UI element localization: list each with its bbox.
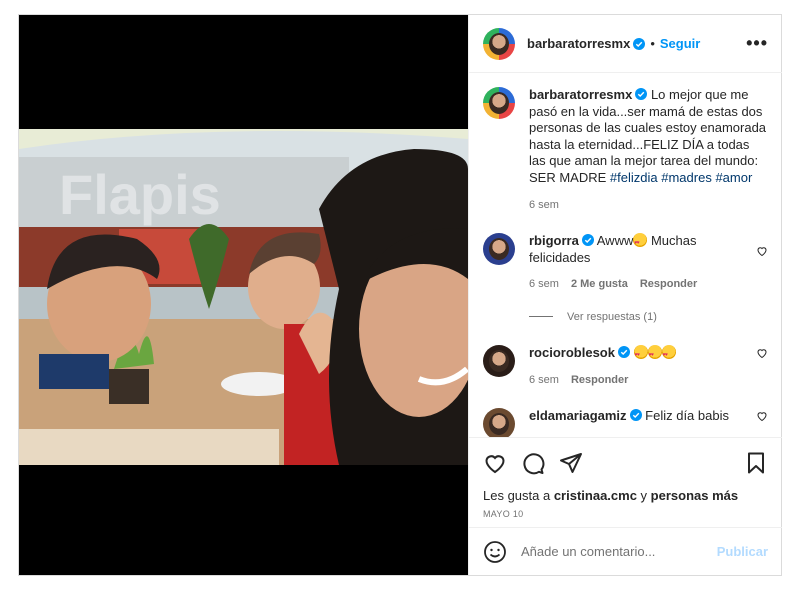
comment-username[interactable]: rocioroblesok (529, 345, 615, 360)
author-avatar[interactable] (483, 27, 515, 60)
commenter-avatar[interactable] (483, 344, 515, 377)
hashtag-felizdia[interactable]: #felizdia (610, 170, 658, 185)
bookmark-icon[interactable] (744, 451, 768, 475)
svg-text:Flapis: Flapis (59, 163, 221, 226)
comment-like-heart-icon[interactable] (756, 245, 768, 257)
likes-middle: y (636, 488, 651, 503)
view-replies-button[interactable]: Ver respuestas (1) (529, 311, 768, 323)
hashtag-madres[interactable]: #madres (661, 170, 712, 185)
emoji-icon[interactable] (483, 540, 507, 564)
caption-avatar[interactable] (483, 87, 515, 119)
follow-button[interactable]: Seguir (660, 36, 700, 51)
comment-username[interactable]: rbigorra (529, 233, 579, 248)
comment-item: rocioroblesok 6 sem Responder (483, 344, 768, 389)
caption-time[interactable]: 6 sem (529, 197, 559, 214)
replies-divider (529, 316, 553, 318)
selfie-photo-illustration: Flapis (19, 129, 468, 465)
hashtag-amor[interactable]: #amor (715, 170, 752, 185)
reply-button[interactable]: Responder (640, 276, 697, 293)
comments-list[interactable]: barbaratorresmx Lo mejor que me pasó en … (469, 73, 782, 437)
more-options-icon[interactable]: ••• (746, 33, 768, 54)
comment-input[interactable] (521, 544, 717, 559)
verified-badge-icon (629, 409, 642, 422)
verified-badge-icon (581, 234, 594, 247)
publish-button[interactable]: Publicar (717, 544, 768, 559)
comment-text: Awww (593, 233, 634, 249)
comment-time[interactable]: 6 sem (529, 276, 559, 293)
likes-summary: Les gusta a cristinaa.cmc y personas más (483, 488, 768, 503)
separator-dot: • (650, 36, 655, 51)
author-username[interactable]: barbaratorresmx (527, 36, 630, 51)
post-photo[interactable]: Flapis (19, 129, 468, 465)
heart-eyes-emoji-icon (633, 344, 648, 364)
comment-icon[interactable] (521, 451, 545, 475)
comment-composer: Publicar (469, 527, 782, 575)
heart-eyes-emoji-icon (633, 233, 648, 252)
commenter-avatar[interactable] (483, 408, 515, 437)
post-side-panel: barbaratorresmx • Seguir ••• barbaratorr… (468, 15, 782, 575)
post-actions: Les gusta a cristinaa.cmc y personas más… (469, 437, 782, 539)
view-replies-label: Ver respuestas (1) (567, 310, 657, 323)
comment-time[interactable]: 6 sem (529, 372, 559, 389)
verified-badge-icon (635, 88, 648, 100)
post-date[interactable]: MAYO 10 (483, 509, 768, 519)
comment-username[interactable]: eldamariagamiz (529, 408, 627, 423)
verified-badge-icon (633, 37, 646, 50)
caption: barbaratorresmx Lo mejor que me pasó en … (483, 87, 768, 213)
reply-button[interactable]: Responder (571, 372, 628, 389)
like-heart-icon[interactable] (483, 451, 507, 475)
caption-username[interactable]: barbaratorresmx (529, 87, 632, 102)
post-media[interactable]: Flapis (19, 15, 468, 575)
heart-eyes-emoji-icon (647, 344, 662, 364)
comment-like-heart-icon[interactable] (756, 410, 768, 422)
instagram-post: Flapis barbaratorresmx • Seguir ••• barb… (18, 14, 782, 576)
liker-username[interactable]: cristinaa.cmc (554, 488, 637, 503)
comment-item: eldamariagamiz Feliz día babis (483, 408, 768, 437)
heart-eyes-emoji-icon (661, 344, 676, 364)
verified-badge-icon (617, 345, 630, 358)
likes-prefix: Les gusta a (483, 488, 554, 503)
comment-likes[interactable]: 2 Me gusta (571, 276, 628, 293)
comment-item: rbigorra Awww Muchas felicidades 6 sem 2… (483, 233, 768, 293)
likes-others-link[interactable]: personas más (651, 488, 738, 503)
comment-like-heart-icon[interactable] (756, 347, 768, 359)
post-header: barbaratorresmx • Seguir ••• (469, 15, 782, 73)
share-icon[interactable] (559, 451, 583, 475)
comment-text: Feliz día babis (641, 408, 729, 424)
commenter-avatar[interactable] (483, 233, 515, 266)
